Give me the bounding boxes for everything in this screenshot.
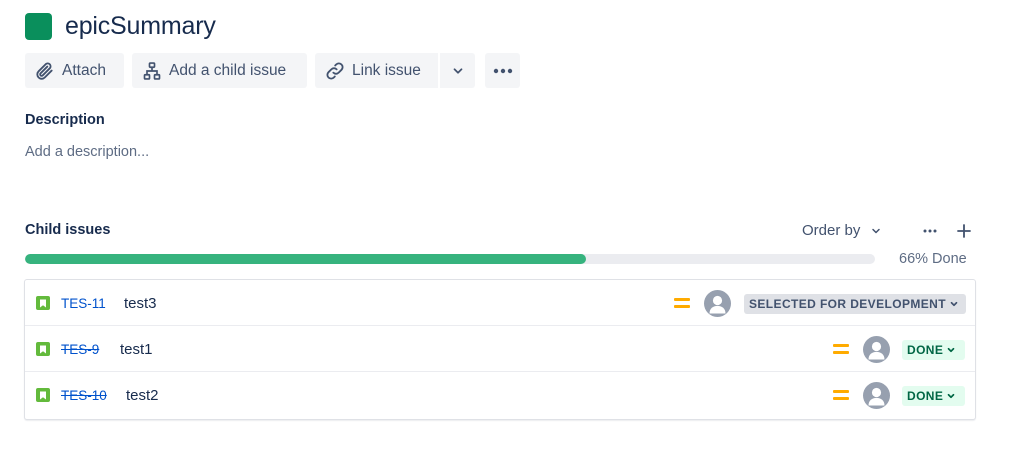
list-item[interactable]: TES-9 test1 DONE: [25, 326, 975, 372]
status-label: SELECTED FOR DEVELOPMENT: [749, 297, 946, 311]
issue-toolbar: Attach Add a child issue Link issue: [25, 53, 520, 89]
create-child-issue-button[interactable]: [954, 221, 974, 241]
description-field[interactable]: Add a description...: [25, 144, 149, 160]
progress-label: 66% Done: [899, 251, 967, 267]
page-title[interactable]: epicSummary: [65, 12, 216, 41]
status-badge[interactable]: SELECTED FOR DEVELOPMENT: [744, 294, 966, 314]
link-issue-label: Link issue: [352, 61, 421, 79]
epic-icon: [25, 12, 52, 40]
paperclip-icon: [36, 62, 53, 80]
status-label: DONE: [907, 343, 944, 357]
user-icon: [868, 341, 885, 360]
user-icon: [709, 295, 726, 314]
story-icon: [36, 388, 50, 402]
more-actions-button[interactable]: [485, 53, 520, 88]
priority-medium-icon: [833, 390, 849, 400]
story-icon: [36, 296, 50, 310]
order-by-label: Order by: [802, 222, 861, 239]
chevron-down-icon: [947, 347, 955, 353]
issue-summary[interactable]: test3: [124, 295, 157, 312]
plus-icon: [957, 224, 971, 238]
link-issue-dropdown-button[interactable]: [440, 53, 475, 88]
avatar[interactable]: [704, 290, 731, 317]
list-item[interactable]: TES-10 test2 DONE: [25, 372, 975, 418]
link-icon: [326, 61, 344, 80]
more-icon: [923, 229, 937, 233]
list-item[interactable]: TES-11 test3 SELECTED FOR DEVELOPMENT: [25, 280, 975, 326]
status-badge[interactable]: DONE: [902, 386, 965, 406]
link-issue-button[interactable]: Link issue: [315, 53, 438, 88]
progress-bar-fill: [25, 254, 586, 264]
issue-summary[interactable]: test1: [120, 341, 153, 358]
child-issues-list: TES-11 test3 SELECTED FOR DEVELOPMENT TE…: [24, 279, 976, 420]
priority-medium-icon: [833, 344, 849, 354]
chevron-down-icon: [453, 67, 462, 74]
hierarchy-icon: [143, 61, 161, 80]
attach-button[interactable]: Attach: [25, 53, 124, 88]
status-label: DONE: [907, 389, 944, 403]
add-child-issue-label: Add a child issue: [169, 61, 287, 79]
page-header: epicSummary: [25, 9, 216, 43]
chevron-down-icon: [947, 393, 955, 399]
story-icon: [36, 342, 50, 356]
description-heading: Description: [25, 112, 105, 128]
child-issues-more-button[interactable]: [919, 222, 941, 240]
chevron-down-icon: [872, 228, 881, 233]
issue-summary[interactable]: test2: [126, 387, 159, 404]
avatar[interactable]: [863, 382, 890, 409]
chevron-down-icon: [950, 301, 958, 307]
child-issues-heading: Child issues: [25, 222, 111, 238]
more-icon: [493, 68, 512, 73]
issue-key[interactable]: TES-11: [61, 296, 106, 311]
priority-medium-icon: [674, 298, 690, 308]
user-icon: [868, 387, 885, 406]
avatar[interactable]: [863, 336, 890, 363]
issue-key[interactable]: TES-10: [61, 388, 107, 403]
issue-key[interactable]: TES-9: [61, 342, 99, 357]
progress-bar: [25, 254, 875, 264]
add-child-issue-button[interactable]: Add a child issue: [132, 53, 307, 88]
attach-label: Attach: [62, 61, 106, 79]
order-by-dropdown[interactable]: Order by: [802, 222, 882, 239]
status-badge[interactable]: DONE: [902, 340, 965, 360]
